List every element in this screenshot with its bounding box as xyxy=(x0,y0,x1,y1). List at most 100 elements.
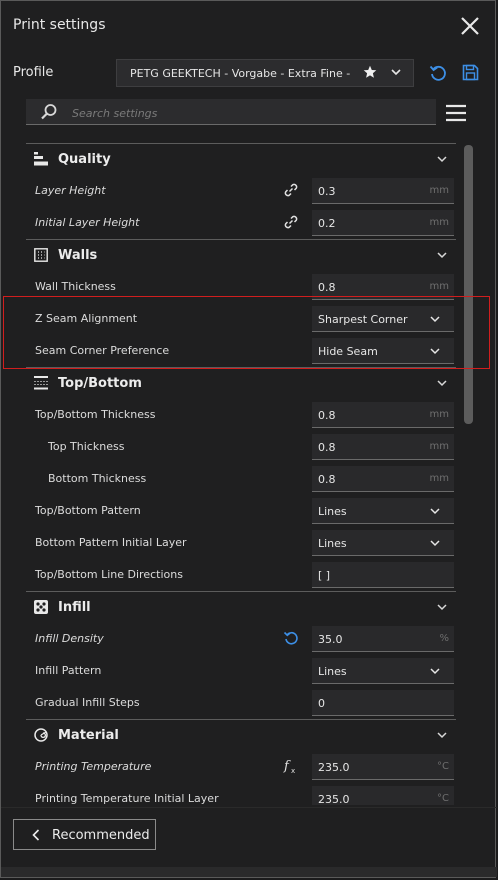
top-bottom-pattern-dropdown[interactable]: Lines xyxy=(312,498,454,524)
profile-value: PETG GEEKTECH - Vorgabe - Extra Fine - 0… xyxy=(130,67,350,80)
settings-scrollbar[interactable] xyxy=(464,145,473,805)
field-value: 0.8 xyxy=(318,441,336,454)
reset-icon[interactable] xyxy=(429,64,447,82)
category-name: Infill xyxy=(58,600,91,615)
function-icon[interactable]: f x xyxy=(283,758,299,774)
setting-wall-thickness: Wall Thickness 0.8 mm xyxy=(26,271,456,303)
category-material[interactable]: Material xyxy=(26,719,456,751)
recommended-button[interactable]: Recommended xyxy=(13,819,156,850)
wall-thickness-input[interactable]: 0.8 mm xyxy=(312,274,454,300)
category-name: Top/Bottom xyxy=(58,376,142,391)
settings-list: Quality Layer Height 0.3 mm Initial Laye… xyxy=(26,143,456,805)
hamburger-menu-icon[interactable] xyxy=(445,103,467,123)
field-unit: mm xyxy=(429,185,449,196)
svg-text:f: f xyxy=(283,759,291,774)
setting-label: Infill Density xyxy=(35,632,104,645)
recommended-label: Recommended xyxy=(52,828,150,843)
gradual-infill-steps-input[interactable]: 0 xyxy=(312,690,454,716)
print-settings-panel: Print settings Profile PETG GEEKTECH - V… xyxy=(0,0,497,878)
setting-label: Printing Temperature Initial Layer xyxy=(35,792,219,805)
field-value: 235.0 xyxy=(318,761,350,774)
title-bar: Print settings xyxy=(1,1,497,51)
scrollbar-thumb[interactable] xyxy=(464,145,473,424)
chevron-down-icon xyxy=(430,668,440,675)
bottom-strip xyxy=(1,867,497,877)
seam-corner-preference-dropdown[interactable]: Hide Seam xyxy=(312,338,454,364)
chevron-down-icon xyxy=(430,348,440,355)
field-value: 35.0 xyxy=(318,633,343,646)
field-unit: mm xyxy=(429,281,449,292)
chevron-down-icon xyxy=(437,156,447,163)
top-bottom-thickness-input[interactable]: 0.8 mm xyxy=(312,402,454,428)
chevron-down-icon xyxy=(437,380,447,387)
link-icon[interactable] xyxy=(283,182,299,198)
bottom-pattern-initial-layer-dropdown[interactable]: Lines xyxy=(312,530,454,556)
setting-bottom-thickness: Bottom Thickness 0.8 mm xyxy=(26,463,456,495)
save-icon[interactable] xyxy=(462,64,479,81)
category-name: Material xyxy=(58,728,119,743)
chevron-down-icon xyxy=(430,508,440,515)
category-quality[interactable]: Quality xyxy=(26,143,456,175)
setting-label: Top/Bottom Pattern xyxy=(35,504,141,517)
printing-temperature-initial-layer-input[interactable]: 235.0 °C xyxy=(312,786,454,805)
walls-icon xyxy=(34,248,48,262)
setting-label: Initial Layer Height xyxy=(35,216,140,229)
search-bar xyxy=(26,99,436,125)
setting-label: Z Seam Alignment xyxy=(35,312,138,325)
category-top-bottom[interactable]: Top/Bottom xyxy=(26,367,456,399)
setting-top-bottom-thickness: Top/Bottom Thickness 0.8 mm xyxy=(26,399,456,431)
field-value: Lines xyxy=(318,537,347,550)
field-value: 235.0 xyxy=(318,793,350,805)
infill-density-input[interactable]: 35.0 % xyxy=(312,626,454,652)
close-icon[interactable] xyxy=(459,15,481,37)
profile-label: Profile xyxy=(13,65,54,80)
chevron-left-icon xyxy=(32,829,40,841)
profile-dropdown[interactable]: PETG GEEKTECH - Vorgabe - Extra Fine - 0… xyxy=(116,59,414,87)
setting-initial-layer-height: Initial Layer Height 0.2 mm xyxy=(26,207,456,239)
footer-divider xyxy=(1,807,497,808)
field-value: 0.8 xyxy=(318,473,336,486)
setting-label: Wall Thickness xyxy=(35,280,116,293)
setting-infill-pattern: Infill Pattern Lines xyxy=(26,655,456,687)
field-value: 0 xyxy=(318,697,325,710)
infill-icon xyxy=(34,600,48,614)
field-value: Lines xyxy=(318,505,347,518)
search-icon xyxy=(41,104,57,120)
material-icon xyxy=(34,728,48,742)
initial-layer-height-input[interactable]: 0.2 mm xyxy=(312,210,454,236)
field-unit: °C xyxy=(437,793,449,804)
star-icon[interactable] xyxy=(363,65,377,79)
z-seam-alignment-dropdown[interactable]: Sharpest Corner xyxy=(312,306,454,332)
top-bottom-icon xyxy=(34,376,48,390)
field-unit: mm xyxy=(429,441,449,452)
svg-text:x: x xyxy=(291,767,295,774)
search-input[interactable] xyxy=(70,103,424,123)
infill-pattern-dropdown[interactable]: Lines xyxy=(312,658,454,684)
setting-label: Seam Corner Preference xyxy=(35,344,170,357)
chevron-down-icon xyxy=(430,540,440,547)
setting-printing-temperature-initial-layer: Printing Temperature Initial Layer 235.0… xyxy=(26,783,456,805)
field-value: 0.2 xyxy=(318,217,336,230)
category-walls[interactable]: Walls xyxy=(26,239,456,271)
category-name: Walls xyxy=(58,248,98,263)
top-thickness-input[interactable]: 0.8 mm xyxy=(312,434,454,460)
quality-icon xyxy=(34,152,48,166)
window-title: Print settings xyxy=(13,17,106,33)
bottom-thickness-input[interactable]: 0.8 mm xyxy=(312,466,454,492)
setting-label: Top/Bottom Thickness xyxy=(35,408,156,421)
setting-top-bottom-line-directions: Top/Bottom Line Directions [ ] xyxy=(26,559,456,591)
chevron-down-icon xyxy=(437,732,447,739)
link-icon[interactable] xyxy=(283,214,299,230)
top-bottom-line-directions-input[interactable]: [ ] xyxy=(312,562,454,588)
field-value: 0.8 xyxy=(318,281,336,294)
setting-seam-corner-preference: Seam Corner Preference Hide Seam xyxy=(26,335,456,367)
setting-infill-density: Infill Density 35.0 % xyxy=(26,623,456,655)
layer-height-input[interactable]: 0.3 mm xyxy=(312,178,454,204)
field-value: 0.3 xyxy=(318,185,336,198)
setting-top-thickness: Top Thickness 0.8 mm xyxy=(26,431,456,463)
category-infill[interactable]: Infill xyxy=(26,591,456,623)
setting-z-seam-alignment: Z Seam Alignment Sharpest Corner xyxy=(26,303,456,335)
field-unit: mm xyxy=(429,409,449,420)
printing-temperature-input[interactable]: 235.0 °C xyxy=(312,754,454,780)
reset-icon[interactable] xyxy=(283,630,299,646)
